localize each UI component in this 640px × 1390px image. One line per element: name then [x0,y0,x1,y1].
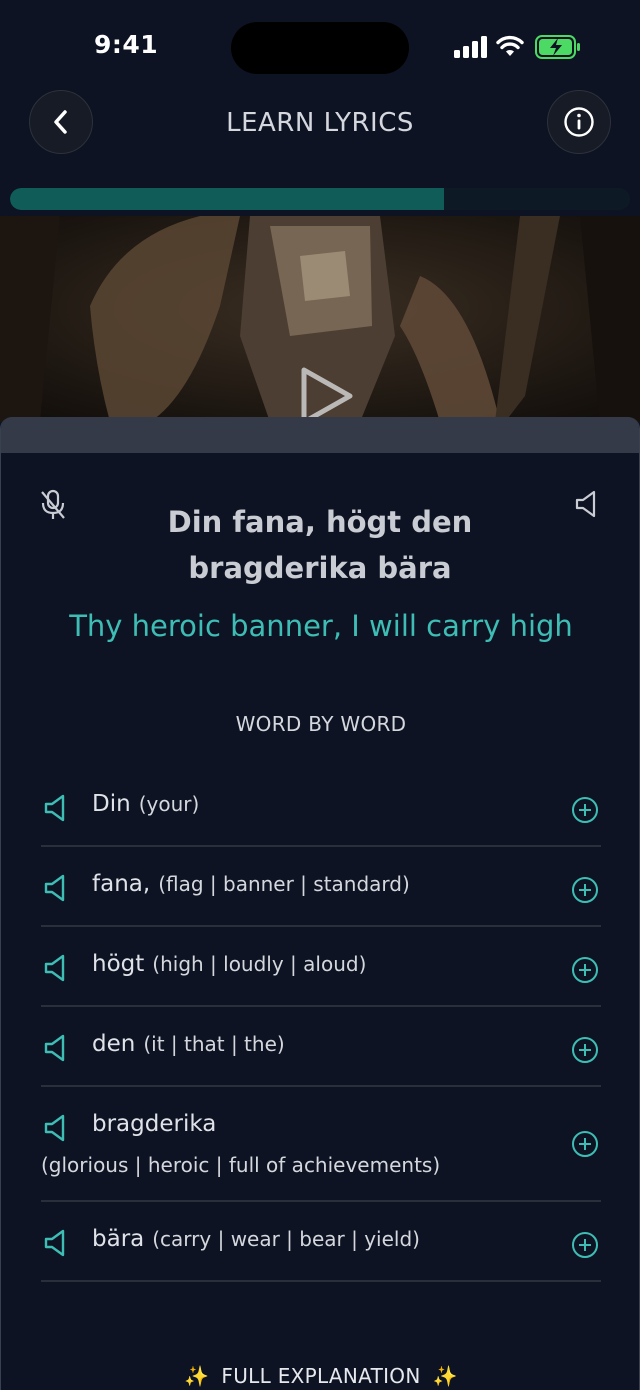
word-meaning: (carry | wear | bear | yield) [152,1227,420,1251]
lyric-original: Din fana, högt den bragderika bära [167,505,473,585]
word-meaning: (your) [138,792,200,816]
speaker-icon[interactable] [43,953,69,983]
word-text: den [92,1031,136,1057]
status-bar: 9:41 [0,0,640,96]
lesson-progress-bar [10,188,630,210]
word-row-hogt: högt (high | loudly | aloud) [41,927,601,1007]
plus-circle-icon[interactable] [571,1036,599,1064]
video-player[interactable] [0,216,640,422]
sparkle-icon: ✨ [184,1364,210,1388]
mic-off-icon[interactable] [39,489,67,521]
sparkle-icon: ✨ [432,1364,458,1388]
full-explanation-label: FULL EXPLANATION [221,1364,421,1388]
speaker-icon[interactable] [43,793,69,823]
word-meaning: (high | loudly | aloud) [152,952,367,976]
word-row-fana: fana, (flag | banner | standard) [41,847,601,927]
play-icon[interactable] [298,366,356,422]
header: LEARN LYRICS [0,90,640,160]
word-row-bragderika: bragderika (glorious | heroic | full of … [41,1087,601,1202]
speaker-icon[interactable] [574,489,600,519]
word-meaning: (flag | banner | standard) [158,872,410,896]
progress-fill [10,188,444,210]
speaker-icon[interactable] [43,1113,69,1143]
word-text: bragderika [92,1111,217,1137]
word-text: högt [92,951,145,977]
word-row-bara: bära (carry | wear | bear | yield) [41,1202,601,1282]
word-row-din: Din (your) [41,767,601,847]
battery-charging-icon [535,35,580,59]
cellular-signal-icon [454,36,487,58]
word-by-word-heading: WORD BY WORD [235,712,407,736]
status-time: 9:41 [94,30,159,59]
word-text: Din [92,791,131,817]
page-title: LEARN LYRICS [226,108,414,138]
plus-circle-icon[interactable] [571,796,599,824]
word-text: fana, [92,871,151,897]
word-row-den: den (it | that | the) [41,1007,601,1087]
word-meaning: (glorious | heroic | full of achievement… [41,1153,441,1177]
lyrics-sheet: Din fana, högt den bragderika bära Thy h… [0,417,640,1390]
speaker-icon[interactable] [43,1033,69,1063]
plus-circle-icon[interactable] [571,1130,599,1158]
word-meaning: (it | that | the) [143,1032,285,1056]
full-explanation-button[interactable]: ✨ FULL EXPLANATION ✨ [1,1364,639,1388]
lyric-translation: Thy heroic banner, I will carry high [69,609,573,643]
dynamic-island [231,22,409,74]
plus-circle-icon[interactable] [571,1231,599,1259]
speaker-icon[interactable] [43,1228,69,1258]
info-button[interactable] [547,90,611,154]
plus-circle-icon[interactable] [571,876,599,904]
info-icon [564,107,594,137]
sheet-handle[interactable] [1,417,639,453]
wifi-icon [496,35,524,56]
word-text: bära [92,1226,145,1252]
speaker-icon[interactable] [43,873,69,903]
word-list: Din (your) fana, (flag | banner | standard… [41,767,601,1282]
plus-circle-icon[interactable] [571,956,599,984]
